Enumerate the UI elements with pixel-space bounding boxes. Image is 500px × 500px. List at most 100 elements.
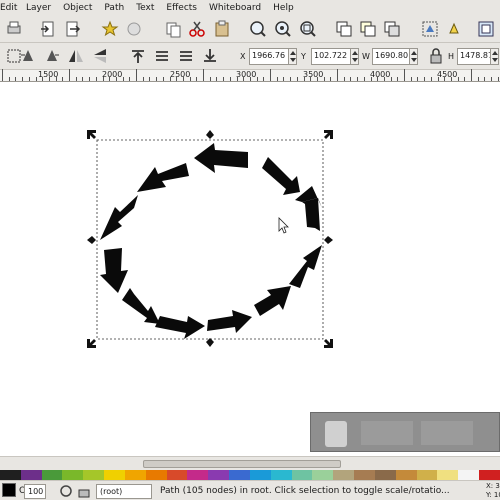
paste-icon[interactable] bbox=[212, 19, 232, 39]
color-swatch[interactable] bbox=[41, 470, 63, 480]
y-spin[interactable] bbox=[351, 48, 359, 65]
ruler-label: 4000 bbox=[370, 70, 391, 79]
ruler-tick bbox=[430, 77, 432, 81]
color-swatch[interactable] bbox=[20, 470, 42, 480]
unlink-clone-icon[interactable] bbox=[382, 19, 402, 39]
ruler-tick bbox=[169, 77, 171, 81]
color-swatch[interactable] bbox=[104, 470, 125, 480]
arrow-10-body bbox=[302, 198, 320, 231]
x-spin[interactable] bbox=[289, 48, 297, 65]
ruler-tick bbox=[404, 69, 405, 81]
rotate-cw-icon[interactable] bbox=[42, 46, 62, 66]
ruler-tick bbox=[377, 77, 379, 81]
color-swatch[interactable] bbox=[124, 470, 146, 480]
color-swatch[interactable] bbox=[166, 470, 188, 480]
color-swatch[interactable] bbox=[416, 470, 438, 480]
menu-whiteboard[interactable]: Whiteboard bbox=[203, 3, 267, 13]
zoom-page-icon[interactable] bbox=[298, 19, 318, 39]
fill-stroke-icon[interactable] bbox=[476, 19, 496, 39]
w-field[interactable]: 1690.80 bbox=[372, 48, 410, 65]
cursor-x-readout: X: 397. bbox=[486, 482, 500, 490]
color-swatch[interactable] bbox=[249, 470, 271, 480]
color-swatch[interactable] bbox=[458, 470, 480, 480]
menu-object[interactable]: Object bbox=[57, 3, 98, 13]
h-field[interactable]: 1478.87 bbox=[457, 48, 491, 65]
ruler-tick bbox=[296, 77, 298, 81]
menu-layer[interactable]: Layer bbox=[20, 3, 57, 13]
ruler-tick bbox=[15, 77, 17, 81]
ruler-tick bbox=[142, 77, 144, 81]
x-field[interactable]: 1966.76 bbox=[249, 48, 289, 65]
color-swatch[interactable] bbox=[270, 470, 292, 480]
w-spin[interactable] bbox=[410, 48, 418, 65]
color-swatch[interactable] bbox=[374, 470, 396, 480]
menu-edit[interactable]: Edit bbox=[0, 3, 20, 13]
redo-icon[interactable] bbox=[124, 19, 144, 39]
color-swatch[interactable] bbox=[354, 470, 375, 480]
menu-effects[interactable]: Effects bbox=[160, 3, 203, 13]
color-swatch[interactable] bbox=[333, 470, 355, 480]
zoom-drawing-icon[interactable] bbox=[273, 19, 293, 39]
color-swatch[interactable] bbox=[291, 470, 313, 480]
panel-slot bbox=[361, 421, 413, 445]
ruler-tick bbox=[283, 77, 285, 81]
ruler-tick bbox=[323, 77, 325, 81]
scrollbar-thumb[interactable] bbox=[143, 460, 341, 468]
color-swatch[interactable] bbox=[479, 470, 500, 480]
color-swatch[interactable] bbox=[0, 470, 21, 480]
opacity-input[interactable]: 100 bbox=[24, 484, 46, 499]
color-swatch[interactable] bbox=[83, 470, 105, 480]
zoom-selection-icon[interactable] bbox=[248, 19, 268, 39]
lock-layer-icon[interactable] bbox=[74, 481, 94, 500]
export-icon[interactable] bbox=[62, 19, 82, 39]
color-swatch[interactable] bbox=[229, 470, 250, 480]
color-swatch[interactable] bbox=[208, 470, 230, 480]
color-swatch[interactable] bbox=[395, 470, 417, 480]
ruler-tick bbox=[162, 77, 164, 81]
drawing-canvas[interactable] bbox=[0, 82, 500, 456]
rotate-ccw-icon[interactable] bbox=[18, 46, 38, 66]
raise-to-top-icon[interactable] bbox=[128, 46, 148, 66]
color-swatch[interactable] bbox=[145, 470, 167, 480]
color-swatch[interactable] bbox=[437, 470, 459, 480]
flip-horizontal-icon[interactable] bbox=[66, 46, 86, 66]
arrow-9 bbox=[289, 245, 322, 288]
color-swatch[interactable] bbox=[312, 470, 334, 480]
color-swatch[interactable] bbox=[62, 470, 84, 480]
star-icon[interactable] bbox=[100, 19, 120, 39]
raise-icon[interactable] bbox=[152, 46, 172, 66]
group-icon[interactable] bbox=[420, 19, 440, 39]
layer-toggle-icon[interactable] bbox=[56, 481, 76, 500]
ruler-tick bbox=[417, 77, 419, 81]
ruler-tick bbox=[471, 69, 472, 81]
print-icon[interactable] bbox=[4, 19, 24, 39]
lower-icon[interactable] bbox=[176, 46, 196, 66]
menu-path[interactable]: Path bbox=[98, 3, 130, 13]
menu-help[interactable]: Help bbox=[267, 3, 300, 13]
menu-text[interactable]: Text bbox=[130, 3, 160, 13]
lower-to-bottom-icon[interactable] bbox=[200, 46, 220, 66]
ungroup-icon[interactable] bbox=[444, 19, 464, 39]
ruler-tick bbox=[450, 77, 452, 81]
ruler-tick bbox=[363, 77, 365, 81]
ruler-tick bbox=[176, 77, 178, 81]
ruler-tick bbox=[22, 77, 24, 81]
flip-vertical-icon[interactable] bbox=[90, 46, 110, 66]
h-spin[interactable] bbox=[491, 48, 499, 65]
ruler-tick bbox=[330, 77, 332, 81]
color-swatch[interactable] bbox=[187, 470, 209, 480]
clone-icon[interactable] bbox=[358, 19, 378, 39]
horizontal-scrollbar[interactable] bbox=[0, 456, 500, 470]
lock-icon[interactable] bbox=[426, 46, 446, 66]
ruler-tick bbox=[256, 77, 258, 81]
duplicate-icon[interactable] bbox=[334, 19, 354, 39]
import-icon[interactable] bbox=[38, 19, 58, 39]
ruler-tick bbox=[48, 77, 50, 81]
ruler-tick bbox=[477, 77, 479, 81]
copy-icon[interactable] bbox=[163, 19, 183, 39]
y-field[interactable]: 102.722 bbox=[311, 48, 351, 65]
layer-select[interactable]: (root) bbox=[96, 484, 152, 499]
cut-icon[interactable] bbox=[187, 19, 207, 39]
fill-indicator bbox=[2, 483, 16, 497]
x-label: X bbox=[240, 52, 246, 61]
